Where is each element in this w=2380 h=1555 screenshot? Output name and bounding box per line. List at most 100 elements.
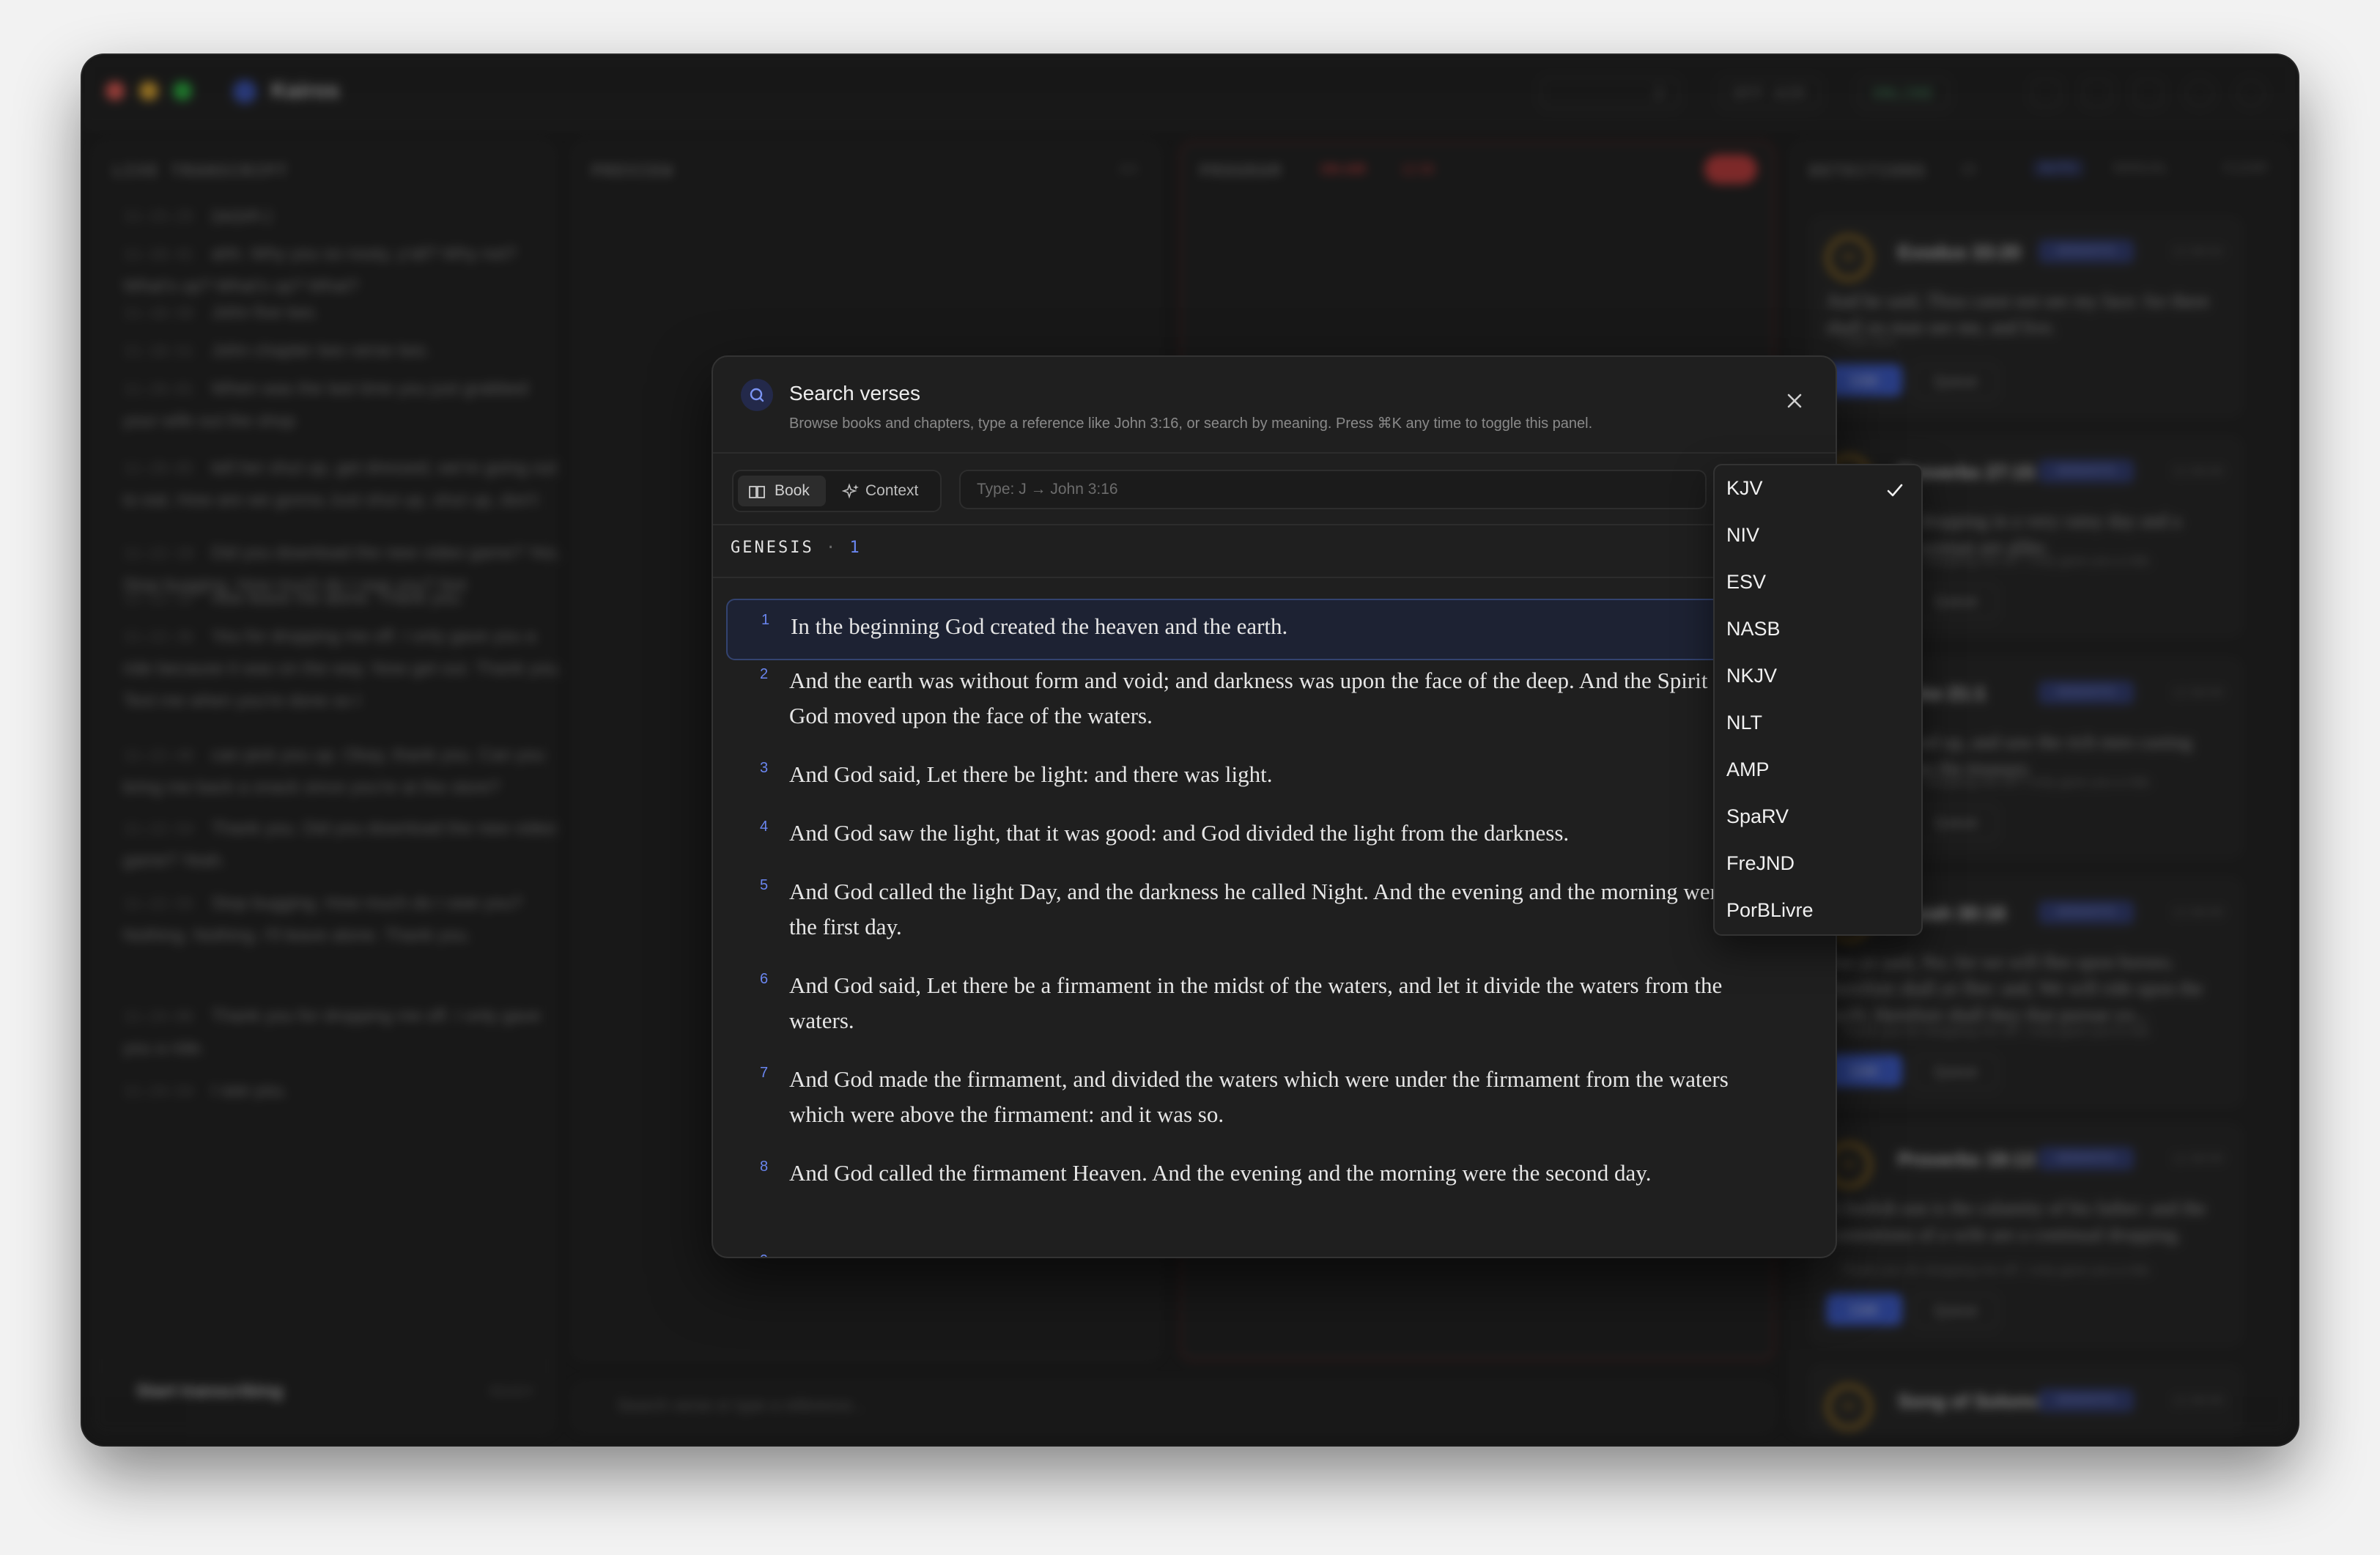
transcript-line[interactable]: 11:18:51 John chapter two verse two. xyxy=(123,335,563,367)
close-window-button[interactable] xyxy=(106,81,125,100)
verse-row[interactable]: 8 And God called the firmament Heaven. An… xyxy=(726,1150,1796,1244)
detection-verse-text: A foolish son is the calamity of his fat… xyxy=(1826,1197,2206,1245)
queue-button[interactable]: Queue xyxy=(1914,1054,1998,1090)
transcript-timestamp: 11:15:25 xyxy=(123,207,194,225)
close-icon[interactable] xyxy=(1784,391,1805,411)
tab-context[interactable]: Context xyxy=(835,476,934,506)
audio-level-meter[interactable]: 2 xyxy=(1540,77,1679,109)
transcript-line[interactable]: 11:24:06 Thank you for dropping me off. I… xyxy=(123,1000,563,1065)
display-icon[interactable] xyxy=(2134,78,2163,108)
verse-number: 3 xyxy=(760,760,769,776)
queue-button[interactable]: Queue xyxy=(1914,1293,1998,1329)
translation-option[interactable]: AMP xyxy=(1715,747,1921,794)
app-window: Kairos 2 OFF AIR ONLINE LIVE TRANSCRIPT … xyxy=(82,55,2298,1445)
queue-button[interactable]: Queue xyxy=(1914,364,1998,399)
sparkle-icon xyxy=(841,483,860,504)
mode-toggle: Book Context xyxy=(732,470,942,512)
translation-option[interactable]: NASB xyxy=(1715,606,1921,653)
transcript-line[interactable]: 11:24:54 I see you. xyxy=(123,1075,563,1107)
maximize-window-button[interactable] xyxy=(173,81,192,100)
translation-option-label: NIV xyxy=(1726,524,1760,546)
transcript-timestamp: 11:18:50 xyxy=(123,304,194,322)
live-button[interactable]: Live xyxy=(1826,364,1902,396)
book-icon xyxy=(748,484,766,503)
verse-row[interactable]: 9 And God said, Let the waters under the … xyxy=(726,1244,1796,1257)
semantic-tag: SEMANTIC xyxy=(2039,1389,2134,1412)
transcript-line[interactable]: 11:20:05 tell her shut up, get dressed, w… xyxy=(123,452,563,517)
modal-title: Search verses xyxy=(789,382,920,405)
manual-mode-button[interactable]: MANUAL xyxy=(2113,160,2168,176)
translation-option[interactable]: KJV xyxy=(1715,465,1921,512)
transcript-line[interactable]: 11:20:01 When was the last time you just … xyxy=(123,373,563,437)
clear-detections-button[interactable]: CLEAR xyxy=(2223,160,2267,176)
verse-row[interactable]: 7 And God made the firmament, and divided… xyxy=(726,1056,1796,1150)
modal-subtitle: Browse books and chapters, type a refere… xyxy=(789,415,1593,432)
bottom-search-placeholder: Search verse or type a reference... xyxy=(617,1396,865,1414)
transcript-text: (as)oh.) xyxy=(211,206,273,226)
transcript-line[interactable]: 11:18:41 ahh. Why you so nosty, y'all? Wh… xyxy=(123,238,563,303)
detection-time: 12:38:09 xyxy=(2171,1151,2223,1166)
verse-number: 1 xyxy=(761,612,770,628)
queue-button[interactable]: Queue xyxy=(1914,805,1998,841)
verse-text: And God said, Let the waters under the h… xyxy=(789,1249,1742,1257)
detection-card[interactable]: 88 Exodus 33:20 SEMANTIC 12:38:54 And he sai… xyxy=(1810,216,2242,417)
verse-row[interactable]: 2 And the earth was without form and void… xyxy=(726,657,1796,751)
queue-button[interactable]: Queue xyxy=(1914,584,1998,619)
chapter-number[interactable]: 1 xyxy=(849,539,861,557)
transcript-panel: LIVE TRANSCRIPT 11:15:25 (as)oh.) 11:18:41… xyxy=(92,141,562,1434)
translation-option[interactable]: PorBLivre xyxy=(1715,887,1921,934)
verse-row[interactable]: 5 And God called the light Day, and the d… xyxy=(726,868,1796,962)
transcript-line[interactable]: 11:22:54 Thank you. Did you download the … xyxy=(123,813,563,877)
verse-text: And God said, Let there be light: and th… xyxy=(789,761,1273,787)
verse-row[interactable]: 6 And God said, Let there be a firmament … xyxy=(726,962,1796,1056)
translation-option-label: NLT xyxy=(1726,712,1763,734)
detection-time: 12:38:09 xyxy=(2171,1393,2223,1408)
settings-gear-icon[interactable] xyxy=(2236,78,2266,108)
columns-icon[interactable] xyxy=(2082,78,2112,108)
on-air-toggle[interactable] xyxy=(1704,155,1757,184)
verse-row[interactable]: 1 In the beginning God created the heaven… xyxy=(726,599,1799,660)
layout-icon[interactable] xyxy=(2031,78,2061,108)
detection-card[interactable]: 80 Song of Solomo... SEMANTIC 12:38:09 xyxy=(1810,1365,2242,1434)
verse-row[interactable]: 3 And God said, Let there be light: and t… xyxy=(726,751,1796,810)
translation-option-label: SpaRV xyxy=(1726,805,1789,827)
detection-quote: Thank you for dropping me off. I only ga… xyxy=(1841,1263,2153,1277)
detections-title: DETECTIONS xyxy=(1810,162,1928,180)
translation-option-label: AMP xyxy=(1726,758,1770,780)
bottom-search-bar[interactable]: Search verse or type a reference... xyxy=(572,1381,1775,1433)
start-transcribing-button[interactable]: Start transcribing xyxy=(136,1381,283,1402)
checkmark-icon xyxy=(1885,480,1905,501)
transcript-line[interactable]: 11:22:40 can pick you up. Okay, thank you… xyxy=(123,739,563,804)
translation-option-label: FreJND xyxy=(1726,852,1795,874)
transcript-timestamp: 11:22:40 xyxy=(123,747,194,764)
translation-option[interactable]: NKJV xyxy=(1715,653,1921,700)
verse-row[interactable]: 4 And God saw the light, that it was good… xyxy=(726,810,1796,868)
transcript-text: now leave me alone. Thank you. xyxy=(211,588,465,608)
transcript-title: LIVE TRANSCRIPT xyxy=(113,162,289,180)
help-icon[interactable] xyxy=(2185,78,2214,108)
detection-time: 12:38:09 xyxy=(2171,905,2223,920)
verse-number: 9 xyxy=(760,1252,768,1257)
translation-option[interactable]: SpaRV xyxy=(1715,794,1921,841)
transcript-line[interactable]: 11:22:36 You for dropping me off. I only … xyxy=(123,621,563,717)
transcript-line[interactable]: 11:22:32 now leave me alone. Thank you. xyxy=(123,583,563,615)
tab-book[interactable]: Book xyxy=(738,476,826,506)
detection-card[interactable]: 83 Proverbs 19:13 SEMANTIC 12:38:09 A foolis… xyxy=(1810,1123,2242,1346)
minimize-window-button[interactable] xyxy=(139,81,158,100)
transcript-line[interactable]: 11:18:50 John five two. xyxy=(123,297,563,329)
transcript-timestamp: 11:22:36 xyxy=(123,628,194,646)
live-button[interactable]: Live xyxy=(1826,1054,1902,1087)
translation-option[interactable]: NLT xyxy=(1715,700,1921,747)
app-logo-icon xyxy=(233,80,256,103)
translation-option[interactable]: ESV xyxy=(1715,559,1921,606)
transcript-line[interactable]: 11:22:55 Stop bugging. How much do I owe … xyxy=(123,887,563,952)
translation-option[interactable]: FreJND xyxy=(1715,841,1921,887)
live-button[interactable]: Live xyxy=(1826,1293,1902,1326)
audio-level-label: 2 xyxy=(1654,84,1665,102)
auto-mode-button[interactable]: AUTO xyxy=(2033,159,2084,177)
transcript-line[interactable]: 11:15:25 (as)oh.) xyxy=(123,200,563,232)
transcript-timestamp: 11:22:10 xyxy=(123,544,194,562)
reference-input[interactable] xyxy=(959,470,1707,509)
transcript-timestamp: 11:18:51 xyxy=(123,342,194,360)
translation-option[interactable]: NIV xyxy=(1715,512,1921,559)
